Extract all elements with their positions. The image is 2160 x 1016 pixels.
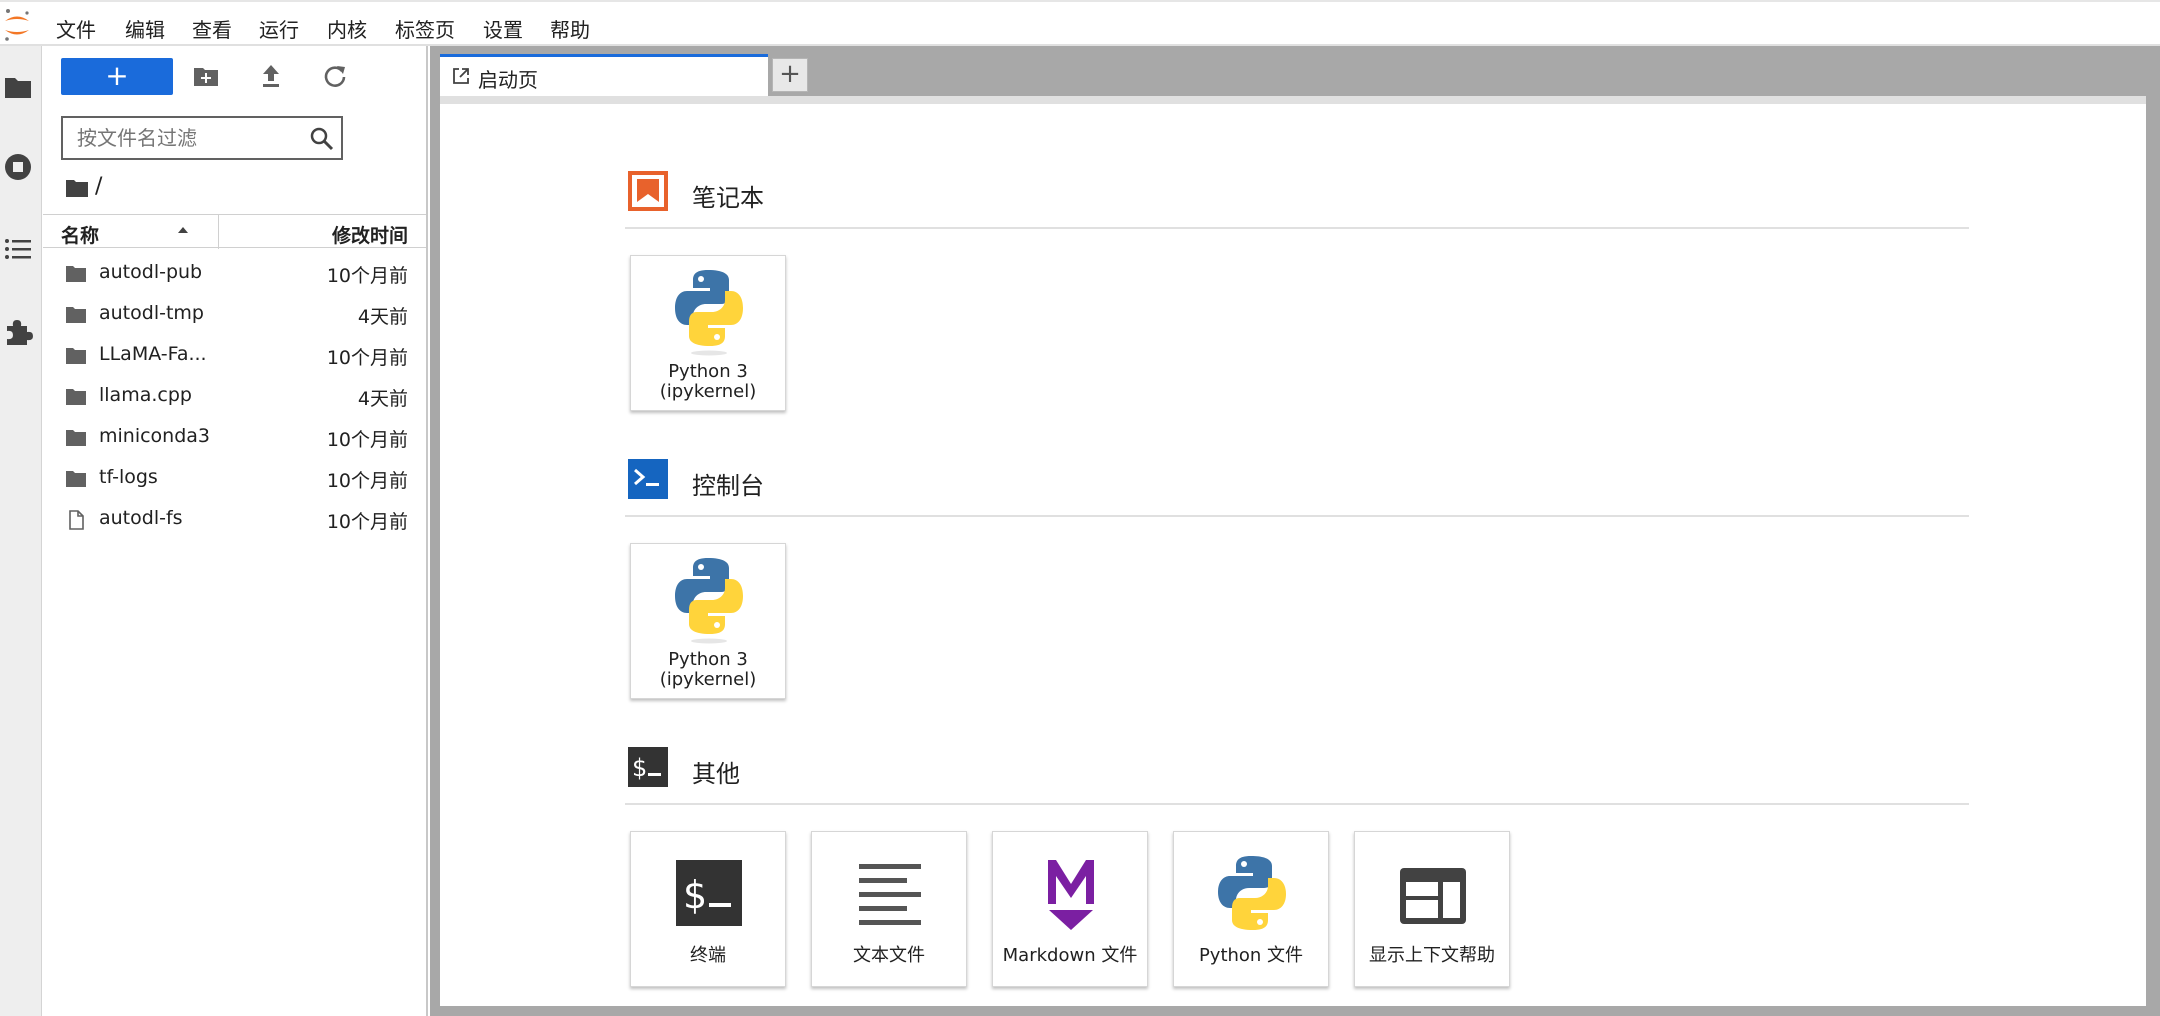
file-filter [61, 116, 343, 160]
file-row[interactable]: autodl-pub 10个月前 [43, 253, 426, 293]
upload-icon[interactable] [257, 62, 285, 90]
console-icon [628, 459, 668, 499]
file-row[interactable]: miniconda3 10个月前 [43, 417, 426, 457]
launcher-card-python-file[interactable]: Python 文件 [1173, 831, 1329, 987]
filter-input[interactable] [77, 119, 297, 157]
breadcrumb-home-folder-icon[interactable] [65, 176, 89, 200]
running-stop-icon[interactable] [3, 152, 33, 182]
file-modified: 4天前 [357, 306, 408, 328]
breadcrumb[interactable]: / [95, 174, 102, 199]
file-modified: 10个月前 [326, 470, 408, 492]
file-browser: + / 名称 修改时间 autodl-pub 10个月前 auto [43, 46, 428, 1016]
menu-file[interactable]: 文件 [56, 14, 96, 43]
python-icon [675, 558, 743, 644]
column-divider[interactable] [218, 215, 219, 249]
left-sidebar [0, 46, 42, 1016]
folder-icon [66, 430, 86, 446]
menu-kernel[interactable]: 内核 [327, 14, 367, 43]
section-title-other: 其他 [692, 760, 740, 788]
folder-icon [66, 389, 86, 405]
launcher-icon [453, 68, 469, 84]
sort-ascending-icon[interactable] [176, 223, 190, 237]
folder-icon [66, 471, 86, 487]
section-divider [625, 803, 1969, 805]
terminal-icon: $ [676, 860, 742, 926]
folder-icon[interactable] [3, 72, 33, 102]
text-file-icon [859, 864, 921, 925]
section-divider [625, 227, 1969, 229]
refresh-icon[interactable] [321, 62, 349, 90]
launcher-card-text-file[interactable]: 文本文件 [811, 831, 967, 987]
file-icon [69, 510, 84, 530]
tab-launcher[interactable]: 启动页 [440, 54, 768, 96]
folder-icon [66, 266, 86, 282]
card-label-line2: (ipykernel) [659, 669, 757, 690]
file-name: LLaMA-Fa... [99, 343, 207, 365]
menu-run[interactable]: 运行 [259, 14, 299, 43]
menu-settings[interactable]: 设置 [483, 14, 523, 43]
launcher-card-context-help[interactable]: 显示上下文帮助 [1354, 831, 1510, 987]
card-label: Python 文件 [1198, 945, 1304, 966]
launcher-card-console-python3[interactable]: Python 3 (ipykernel) [630, 543, 786, 699]
new-launcher-button[interactable]: + [61, 58, 173, 95]
file-name: llama.cpp [99, 384, 192, 406]
menu-bar: 文件 编辑 查看 运行 内核 标签页 设置 帮助 [0, 0, 2160, 46]
file-name: autodl-fs [99, 507, 183, 529]
file-modified: 4天前 [357, 388, 408, 410]
launcher-card-markdown[interactable]: Markdown 文件 [992, 831, 1148, 987]
terminal-section-icon: $ [628, 747, 668, 787]
python-icon [675, 270, 743, 356]
column-name-header[interactable]: 名称 [61, 221, 99, 248]
folder-icon [66, 348, 86, 364]
markdown-icon [1048, 860, 1094, 930]
section-title-console: 控制台 [692, 472, 764, 500]
svg-text:$: $ [632, 754, 647, 782]
tab-label: 启动页 [478, 68, 538, 92]
file-row[interactable]: llama.cpp 4天前 [43, 376, 426, 416]
table-of-contents-icon[interactable] [3, 234, 33, 264]
card-label-line1: Python 3 [668, 649, 748, 670]
file-modified: 10个月前 [326, 429, 408, 451]
card-label: 文本文件 [853, 945, 925, 966]
file-row[interactable]: autodl-fs 10个月前 [43, 499, 426, 539]
file-modified: 10个月前 [326, 347, 408, 369]
card-label: Markdown 文件 [1002, 945, 1138, 966]
section-divider [625, 515, 1969, 517]
column-modified-header[interactable]: 修改时间 [332, 221, 408, 248]
file-name: autodl-pub [99, 261, 203, 283]
new-folder-icon[interactable] [192, 62, 220, 90]
card-label: 显示上下文帮助 [1369, 945, 1495, 966]
card-label-line1: Python 3 [668, 361, 748, 382]
jupyter-logo-icon[interactable] [2, 8, 32, 42]
svg-text:$: $ [683, 873, 707, 917]
file-modified: 10个月前 [326, 511, 408, 533]
add-tab-button[interactable]: + [772, 58, 808, 92]
file-name: autodl-tmp [99, 302, 204, 324]
card-label-line2: (ipykernel) [659, 381, 757, 402]
file-name: tf-logs [99, 466, 158, 488]
python-file-icon [1218, 856, 1286, 930]
notebook-icon [628, 171, 668, 211]
file-row[interactable]: autodl-tmp 4天前 [43, 294, 426, 334]
folder-icon [66, 307, 86, 323]
file-name: miniconda3 [99, 425, 211, 447]
menu-help[interactable]: 帮助 [550, 14, 590, 43]
file-row[interactable]: tf-logs 10个月前 [43, 458, 426, 498]
file-modified: 10个月前 [326, 265, 408, 287]
menu-edit[interactable]: 编辑 [125, 14, 165, 43]
launcher-card-terminal[interactable]: $ 终端 [630, 831, 786, 987]
search-icon[interactable] [309, 126, 335, 152]
extension-puzzle-icon[interactable] [3, 316, 33, 346]
file-row[interactable]: LLaMA-Fa... 10个月前 [43, 335, 426, 375]
menu-view[interactable]: 查看 [192, 14, 232, 43]
menu-tabs[interactable]: 标签页 [395, 14, 455, 43]
file-table-header: 名称 修改时间 [43, 214, 426, 249]
card-label: 终端 [690, 945, 726, 966]
context-help-icon [1400, 868, 1466, 924]
section-title-notebook: 笔记本 [692, 184, 764, 212]
launcher-card-notebook-python3[interactable]: Python 3 (ipykernel) [630, 255, 786, 411]
